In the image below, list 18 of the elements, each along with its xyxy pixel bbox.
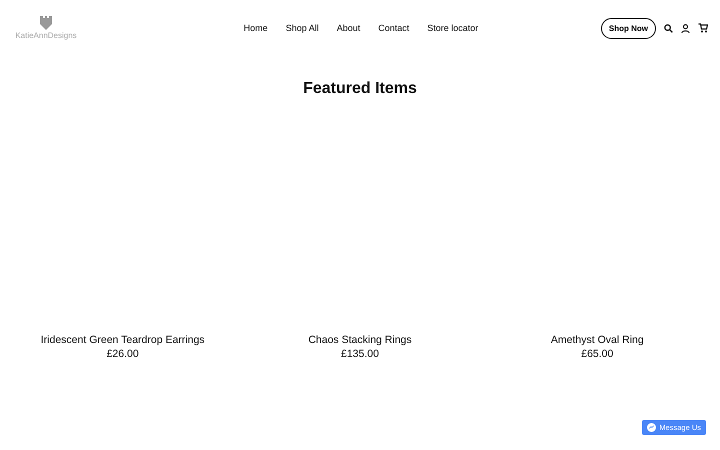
product-price: £135.00 [341,348,379,360]
nav-link[interactable]: About [336,23,360,33]
product-price: £65.00 [581,348,614,360]
cart-icon[interactable] [698,23,708,33]
nav-link[interactable]: Store locator [427,23,478,33]
nav-link[interactable]: Home [244,23,268,33]
nav-link[interactable]: Shop All [286,23,319,33]
nav-link[interactable]: Contact [378,23,410,33]
search-icon[interactable] [664,24,673,32]
product-price: £26.00 [106,348,139,360]
messenger-icon [647,423,656,432]
product-name[interactable]: Amethyst Oval Ring [550,334,644,346]
logo-icon [40,16,52,30]
shop-now-button[interactable]: Shop Now [600,18,656,38]
account-icon[interactable] [681,24,690,32]
product-name[interactable]: Chaos Stacking Rings [308,334,412,346]
product-name[interactable]: Iridescent Green Teardrop Earrings [40,334,205,346]
section-heading: Featured Items [302,80,418,98]
